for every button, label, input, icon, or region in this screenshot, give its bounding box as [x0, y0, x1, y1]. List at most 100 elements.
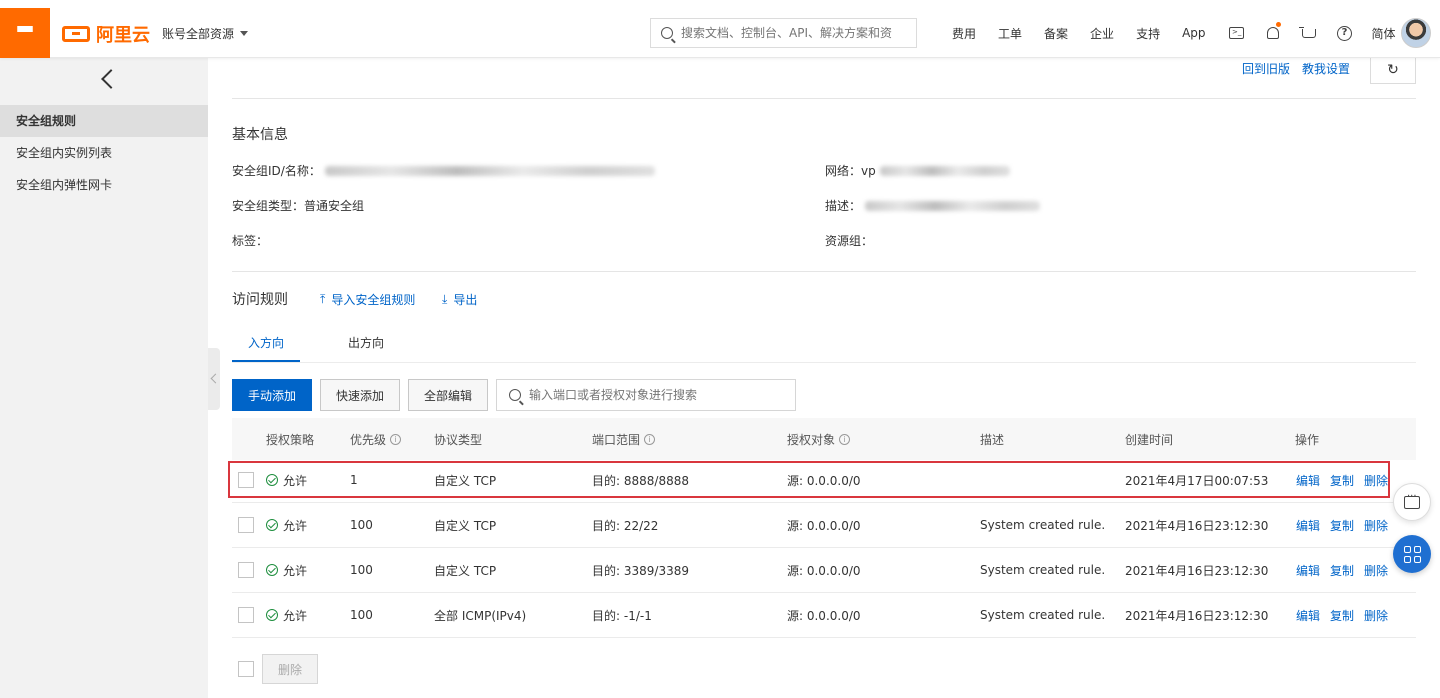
col-source: 授权对象 i — [787, 418, 851, 460]
refresh-button[interactable]: ↻ — [1370, 56, 1416, 84]
terminal-button[interactable]: >_ — [1228, 24, 1246, 42]
cart-button[interactable] — [1298, 24, 1318, 42]
created-time-cell: 2021年4月16日23:12:30 — [1125, 608, 1269, 623]
nav-support[interactable]: 支持 — [1136, 25, 1160, 42]
port-cell: 目的: 8888/8888 — [592, 473, 689, 488]
row-checkbox[interactable] — [238, 517, 254, 533]
language-switch[interactable]: 简体 — [1372, 25, 1396, 42]
notification-button[interactable] — [1264, 22, 1282, 42]
delete-link[interactable]: 删除 — [1364, 472, 1388, 489]
actions-cell: 编辑 复制 删除 — [1296, 548, 1398, 592]
sidebar-collapse-handle[interactable] — [208, 348, 220, 410]
old-version-link[interactable]: 回到旧版 — [1242, 60, 1290, 77]
select-all-checkbox[interactable] — [238, 661, 254, 677]
cart-icon — [1298, 26, 1316, 38]
nav-icp[interactable]: 备案 — [1044, 25, 1068, 42]
policy-value: 允许 — [283, 608, 308, 623]
edit-link[interactable]: 编辑 — [1296, 517, 1320, 534]
nav-tickets[interactable]: 工单 — [998, 25, 1022, 42]
nav-fees[interactable]: 费用 — [952, 25, 976, 42]
aliyun-logo[interactable]: 阿里云 — [62, 21, 150, 47]
port-cell: 目的: -1/-1 — [592, 608, 652, 623]
nav-enterprise[interactable]: 企业 — [1090, 25, 1114, 42]
description-cell: System created rule. — [980, 563, 1106, 577]
check-circle-icon — [266, 564, 278, 576]
edit-all-button[interactable]: 全部编辑 — [408, 379, 488, 411]
nav-app[interactable]: App — [1182, 26, 1205, 40]
sidebar-item-rules[interactable]: 安全组规则 — [0, 105, 208, 137]
table-row: 允许 100 自定义 TCP 目的: 3389/3389 源: 0.0.0.0/… — [232, 548, 1416, 593]
protocol-cell: 自定义 TCP — [434, 473, 497, 488]
quick-add-button[interactable]: 快速添加 — [320, 379, 400, 411]
edit-link[interactable]: 编辑 — [1296, 607, 1320, 624]
menu-button[interactable] — [0, 8, 50, 58]
export-link[interactable]: ⤓ 导出 — [442, 291, 477, 308]
hamburger-icon — [17, 26, 33, 40]
col-priority-label: 优先级 — [350, 432, 387, 447]
info-icon[interactable]: i — [644, 433, 656, 445]
col-created-time: 创建时间 — [1125, 432, 1174, 447]
delete-link[interactable]: 删除 — [1364, 562, 1388, 579]
source-cell: 源: 0.0.0.0/0 — [787, 473, 861, 488]
import-rules-link[interactable]: ⤒ 导入安全组规则 — [320, 291, 415, 308]
policy-value: 允许 — [283, 518, 308, 533]
feedback-button[interactable] — [1393, 483, 1431, 521]
sidebar-item-instances[interactable]: 安全组内实例列表 — [0, 137, 208, 169]
tab-outbound[interactable]: 出方向 — [332, 334, 400, 362]
protocol-cell: 自定义 TCP — [434, 563, 497, 578]
delete-link[interactable]: 删除 — [1364, 517, 1388, 534]
row-checkbox[interactable] — [238, 607, 254, 623]
basic-info-title: 基本信息 — [232, 127, 288, 143]
apps-button[interactable] — [1393, 535, 1431, 573]
info-network: 网络： vp — [825, 162, 1010, 179]
top-bar: 阿里云 账号全部资源 费用 工单 备案 企业 支持 App >_ ? 简体 — [0, 0, 1440, 58]
back-arrow-icon[interactable] — [101, 69, 121, 89]
copy-link[interactable]: 复制 — [1330, 607, 1354, 624]
tab-inbound[interactable]: 入方向 — [232, 334, 300, 362]
tags-label: 标签： — [232, 234, 269, 248]
description-cell: System created rule. — [980, 518, 1106, 532]
terminal-icon: >_ — [1229, 27, 1245, 39]
redacted-network — [879, 165, 1010, 176]
sidebar-item-enis[interactable]: 安全组内弹性网卡 — [0, 169, 208, 201]
redacted-id-name — [324, 165, 655, 176]
created-time-cell: 2021年4月16日23:12:30 — [1125, 518, 1269, 533]
edit-link[interactable]: 编辑 — [1296, 562, 1320, 579]
row-checkbox-cell — [238, 548, 254, 592]
global-search[interactable] — [650, 18, 917, 48]
search-icon — [661, 27, 673, 39]
policy-value: 允许 — [283, 473, 308, 488]
rule-search-input[interactable] — [529, 388, 789, 402]
search-icon — [509, 389, 521, 401]
check-circle-icon — [266, 609, 278, 621]
policy-cell: 允许 — [266, 458, 307, 502]
copy-link[interactable]: 复制 — [1330, 517, 1354, 534]
info-id-name: 安全组ID/名称： — [232, 162, 655, 179]
search-input[interactable] — [681, 26, 901, 40]
account-resource-dropdown[interactable]: 账号全部资源 — [162, 25, 249, 42]
info-icon[interactable]: i — [839, 433, 851, 445]
col-source-label: 授权对象 — [787, 432, 836, 447]
row-checkbox[interactable] — [238, 472, 254, 488]
check-circle-icon — [266, 519, 278, 531]
info-type: 安全组类型： 普通安全组 — [232, 197, 364, 214]
help-button[interactable]: ? — [1336, 24, 1354, 42]
check-circle-icon — [266, 474, 278, 486]
copy-link[interactable]: 复制 — [1330, 472, 1354, 489]
row-checkbox[interactable] — [238, 562, 254, 578]
rule-search[interactable] — [496, 379, 796, 411]
edit-link[interactable]: 编辑 — [1296, 472, 1320, 489]
manual-add-button[interactable]: 手动添加 — [232, 379, 312, 411]
table-row: 允许 1 自定义 TCP 目的: 8888/8888 源: 0.0.0.0/0 … — [232, 458, 1416, 503]
header-links: 回到旧版 教我设置 — [1242, 60, 1350, 77]
tutorial-link[interactable]: 教我设置 — [1302, 60, 1350, 77]
info-description: 描述： — [825, 197, 1041, 214]
avatar[interactable] — [1401, 18, 1431, 48]
info-icon[interactable]: i — [390, 433, 402, 445]
col-description: 描述 — [980, 432, 1005, 447]
delete-link[interactable]: 删除 — [1364, 607, 1388, 624]
redacted-description — [865, 200, 1041, 211]
bulk-delete-button[interactable]: 删除 — [262, 654, 318, 684]
id-name-label: 安全组ID/名称： — [232, 164, 321, 178]
copy-link[interactable]: 复制 — [1330, 562, 1354, 579]
